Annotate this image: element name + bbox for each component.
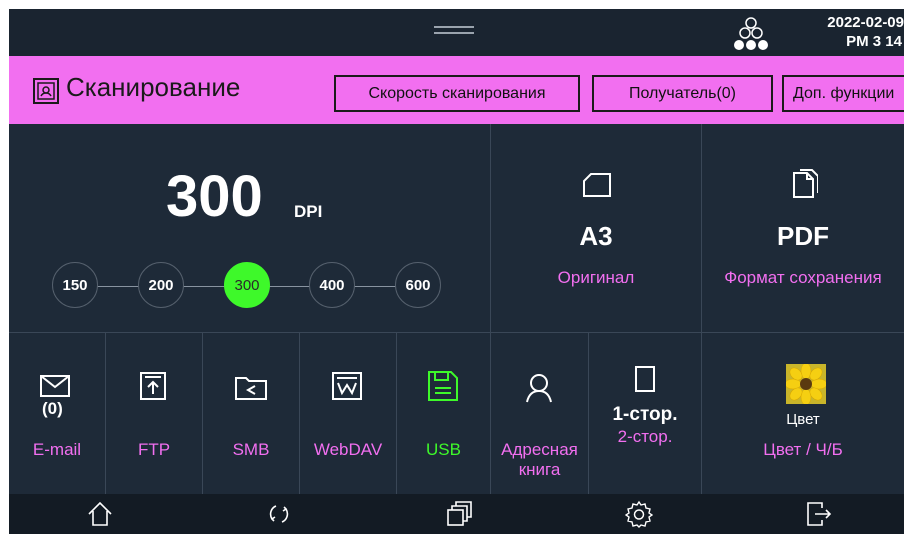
divider [396,332,397,494]
divider [299,332,300,494]
home-icon[interactable] [86,500,114,528]
address-book-label-line1: Адресная [501,440,578,459]
status-bar: 2022-02-09 PM 3 14 [9,9,904,56]
logout-icon[interactable] [805,500,833,528]
windows-icon[interactable] [445,500,473,528]
save-format-value: PDF [777,221,829,251]
shared-folder-icon [235,377,267,400]
save-disk-icon [428,371,458,401]
email-label: E-mail [32,440,82,459]
email-count: (0) [42,399,63,418]
resolution-option-150[interactable]: 150 [52,262,98,308]
bottom-nav-bar [9,494,904,534]
ftp-upload-icon [140,372,166,400]
duplex-label: 2-стор. [617,427,673,446]
extra-functions-button[interactable]: Доп. функции [782,75,904,112]
resolution-option-600[interactable]: 600 [395,262,441,308]
network-icon [734,17,768,50]
address-book-label-line2: книга [518,460,561,479]
address-book-label: Адресная книга [491,440,588,480]
divider [9,332,904,333]
resolution-option-300[interactable]: 300 [224,262,270,308]
divider [701,124,702,494]
document-size-icon [583,173,611,197]
color-mode-label: Цвет / Ч/Б [763,440,843,459]
duplex-value: 1-стор. [612,404,678,425]
scan-app-icon [33,78,59,104]
file-format-icon [793,169,818,198]
refresh-icon[interactable] [265,500,293,528]
resolution-option-400[interactable]: 400 [309,262,355,308]
resolution-option-200[interactable]: 200 [138,262,184,308]
time-text: PM 3 14 [846,33,902,50]
scan-speed-button[interactable]: Скорость сканирования [334,75,580,112]
resolution-value: 300 [166,164,263,229]
ftp-label: FTP [137,440,171,459]
date-text: 2022-02-09 [827,14,904,31]
color-mode-value: Цвет [786,411,820,428]
title-bar: Сканирование Скорость сканирования Получ… [9,56,904,124]
drag-handle-icon[interactable] [434,26,474,36]
smb-label: SMB [232,440,270,459]
scanner-screen: 2022-02-09 PM 3 14 Сканирование Скорость… [9,9,904,534]
original-size-value: A3 [579,221,613,251]
usb-label: USB [426,440,461,459]
save-format-label: Формат сохранения [724,268,882,287]
sunflower-icon [786,364,826,404]
mail-icon [40,375,70,397]
date-time: 2022-02-09 PM 3 14 [787,13,904,51]
settings-icon[interactable] [625,500,653,528]
page-title: Сканирование [66,72,241,102]
webdav-label: WebDAV [313,440,383,459]
resolution-unit: DPI [294,202,323,221]
webdav-icon [332,372,362,400]
divider [202,332,203,494]
original-size-label: Оригинал [557,268,635,287]
single-page-icon [635,366,655,392]
recipient-button[interactable]: Получатель(0) [592,75,773,112]
person-icon [526,374,552,403]
divider [105,332,106,494]
